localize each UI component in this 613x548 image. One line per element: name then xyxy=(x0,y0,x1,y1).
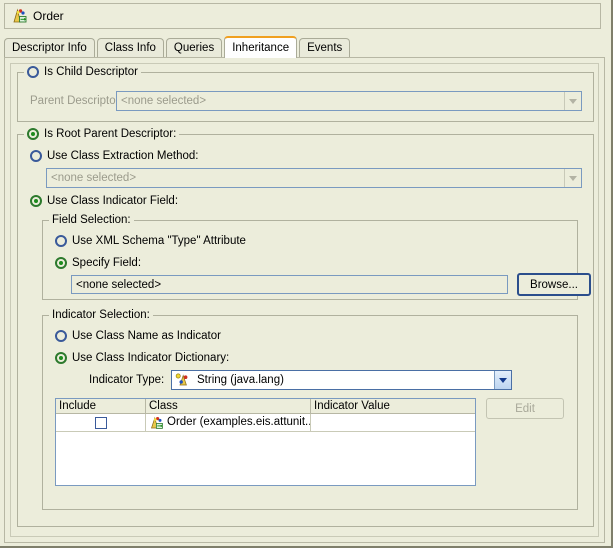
tab-label: Events xyxy=(307,42,343,54)
field-selection-group: Field Selection: Use XML Schema "Type" A… xyxy=(42,213,591,300)
tab-label: Inheritance xyxy=(232,42,290,54)
is-root-parent-descriptor-label: Is Root Parent Descriptor: xyxy=(44,128,177,140)
use-class-indicator-dictionary-row[interactable]: Use Class Indicator Dictionary: xyxy=(55,352,229,364)
specify-field-label: Specify Field: xyxy=(72,257,142,269)
class-extraction-method-value: <none selected> xyxy=(51,172,137,184)
edit-button-label: Edit xyxy=(515,402,535,415)
use-class-extraction-method-row[interactable]: Use Class Extraction Method: xyxy=(30,150,198,162)
table-header-class[interactable]: Class xyxy=(146,399,311,414)
parent-descriptor-value: <none selected> xyxy=(121,95,207,107)
is-root-parent-descriptor-radio[interactable] xyxy=(27,128,39,140)
parent-descriptor-label: Parent Descriptor: xyxy=(30,95,123,107)
is-child-descriptor-label: Is Child Descriptor xyxy=(44,66,138,78)
tab-label: Class Info xyxy=(104,42,156,54)
field-selection-legend-text: Field Selection: xyxy=(52,214,131,226)
include-checkbox[interactable] xyxy=(94,416,107,429)
descriptor-icon xyxy=(149,416,164,430)
specify-field-radio[interactable] xyxy=(55,257,67,269)
use-class-name-as-indicator-label: Use Class Name as Indicator xyxy=(72,330,221,342)
tab-inheritance[interactable]: Inheritance xyxy=(224,36,298,58)
tab-strip: Descriptor Info Class Info Queries Inher… xyxy=(4,36,609,58)
chevron-down-icon xyxy=(494,371,511,389)
class-indicator-table[interactable]: Include Class Indicator Value Order (exa… xyxy=(55,398,476,486)
indicator-type-value: String (java.lang) xyxy=(197,374,284,386)
table-header-indicator-value[interactable]: Indicator Value xyxy=(311,399,475,414)
use-class-indicator-dictionary-radio[interactable] xyxy=(55,352,67,364)
string-type-icon xyxy=(175,373,190,387)
is-child-descriptor-radio[interactable] xyxy=(27,66,39,78)
table-cell-indicator-value[interactable] xyxy=(311,414,475,432)
use-xml-schema-type-attribute-row[interactable]: Use XML Schema "Type" Attribute xyxy=(55,235,246,247)
class-extraction-method-combo[interactable]: <none selected> xyxy=(46,168,582,188)
edit-button[interactable]: Edit xyxy=(486,398,564,419)
descriptor-icon xyxy=(11,8,27,24)
use-class-indicator-dictionary-label: Use Class Indicator Dictionary: xyxy=(72,352,230,364)
table-cell-class[interactable]: Order (examples.eis.attunit... xyxy=(146,414,311,432)
table-header-include[interactable]: Include xyxy=(56,399,146,414)
title-bar: Order xyxy=(4,3,601,29)
browse-button-label: Browse... xyxy=(530,278,578,291)
inheritance-panel: Is Child Descriptor Parent Descriptor: <… xyxy=(4,57,605,543)
tab-descriptor-info[interactable]: Descriptor Info xyxy=(4,38,95,58)
table-row[interactable]: Order (examples.eis.attunit... xyxy=(56,414,475,432)
indicator-type-label: Indicator Type: xyxy=(89,374,165,386)
chevron-down-icon xyxy=(564,169,581,187)
browse-button[interactable]: Browse... xyxy=(517,273,591,296)
is-child-descriptor-legend: Is Child Descriptor xyxy=(24,65,141,79)
tab-queries[interactable]: Queries xyxy=(165,38,223,58)
parent-descriptor-combo[interactable]: <none selected> xyxy=(116,91,582,111)
is-root-parent-descriptor-group: Is Root Parent Descriptor: Use Class Ext… xyxy=(17,127,594,527)
is-child-descriptor-group: Is Child Descriptor Parent Descriptor: <… xyxy=(17,65,594,122)
indicator-type-combo[interactable]: String (java.lang) xyxy=(171,370,512,390)
tab-label: Queries xyxy=(173,42,215,54)
table-header-row: Include Class Indicator Value xyxy=(56,399,475,414)
inheritance-editor-window: Order Descriptor Info Class Info Queries… xyxy=(0,0,613,548)
use-class-extraction-method-radio[interactable] xyxy=(30,150,42,162)
is-root-parent-descriptor-legend: Is Root Parent Descriptor: xyxy=(24,127,180,141)
specify-field-value: <none selected> xyxy=(76,278,162,291)
use-class-indicator-field-radio[interactable] xyxy=(30,195,42,207)
use-xml-schema-type-attribute-radio[interactable] xyxy=(55,235,67,247)
specify-field-row[interactable]: Specify Field: xyxy=(55,257,141,269)
use-class-indicator-field-label: Use Class Indicator Field: xyxy=(47,195,179,207)
field-selection-legend: Field Selection: xyxy=(49,213,134,227)
use-class-extraction-method-label: Use Class Extraction Method: xyxy=(47,150,199,162)
tab-class-info[interactable]: Class Info xyxy=(96,38,164,58)
specify-field-input[interactable]: <none selected> xyxy=(71,275,508,294)
use-class-indicator-field-row[interactable]: Use Class Indicator Field: xyxy=(30,195,178,207)
table-cell-class-text: Order (examples.eis.attunit... xyxy=(167,416,311,428)
use-class-name-as-indicator-row[interactable]: Use Class Name as Indicator xyxy=(55,330,221,342)
tab-label: Descriptor Info xyxy=(12,42,87,54)
indicator-selection-group: Indicator Selection: Use Class Name as I… xyxy=(42,308,578,510)
indicator-selection-legend: Indicator Selection: xyxy=(49,308,153,322)
table-cell-include[interactable] xyxy=(56,414,146,432)
tab-events[interactable]: Events xyxy=(299,38,351,58)
use-xml-schema-type-attribute-label: Use XML Schema "Type" Attribute xyxy=(72,235,246,247)
indicator-selection-legend-text: Indicator Selection: xyxy=(52,309,150,321)
chevron-down-icon xyxy=(564,92,581,110)
use-class-name-as-indicator-radio[interactable] xyxy=(55,330,67,342)
window-title: Order xyxy=(33,9,64,23)
